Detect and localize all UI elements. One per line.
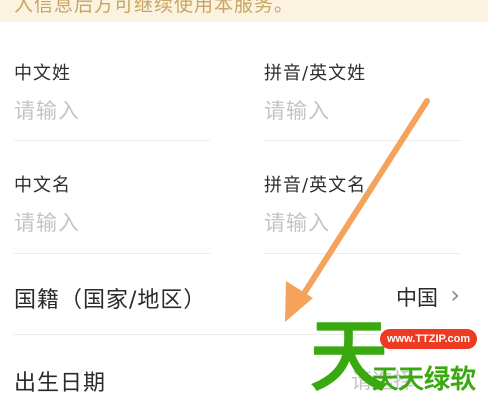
watermark-url: www.TTZIP.com	[380, 329, 478, 349]
watermark-name: 天天绿软	[372, 365, 477, 395]
